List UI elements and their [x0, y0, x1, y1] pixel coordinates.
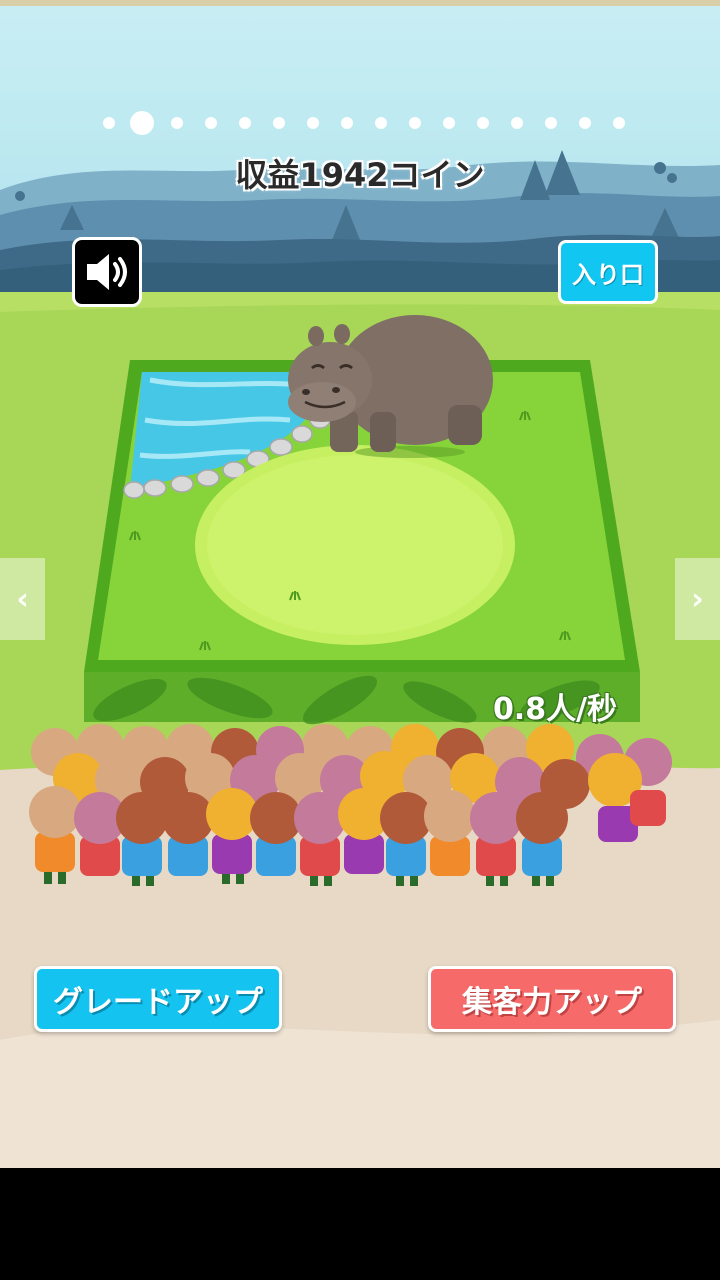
- grade-up-button[interactable]: グレードアップ: [34, 966, 282, 1032]
- page-dot: [130, 111, 154, 135]
- entrance-button[interactable]: 入り口: [558, 240, 658, 304]
- page-dot: [375, 117, 387, 129]
- page-dot: [307, 117, 319, 129]
- page-indicator: [0, 110, 720, 136]
- page-dot: [579, 117, 591, 129]
- game-screen: 収益1942コイン 入り口 ‹ › 0.8人/秒 グレードアップ 集客力アップ: [0, 0, 720, 1168]
- visitor-rate-label: 0.8人/秒: [492, 692, 618, 727]
- page-dot: [273, 117, 285, 129]
- speaker-icon: [87, 254, 127, 290]
- page-dot: [443, 117, 455, 129]
- page-dot: [341, 117, 353, 129]
- page-dot: [409, 117, 421, 129]
- page-dot: [545, 117, 557, 129]
- revenue-title: 収益1942コイン: [235, 156, 485, 194]
- page-dot: [511, 117, 523, 129]
- chevron-left-icon: ‹: [16, 581, 29, 617]
- navigation-bar-area: [0, 1168, 720, 1280]
- page-dot: [477, 117, 489, 129]
- page-dot: [205, 117, 217, 129]
- sound-toggle-button[interactable]: [72, 237, 142, 307]
- page-dot: [239, 117, 251, 129]
- prev-enclosure-button[interactable]: ‹: [0, 558, 45, 640]
- chevron-right-icon: ›: [691, 581, 704, 617]
- page-dot: [103, 117, 115, 129]
- page-dot: [613, 117, 625, 129]
- next-enclosure-button[interactable]: ›: [675, 558, 720, 640]
- page-dot: [171, 117, 183, 129]
- attract-up-button[interactable]: 集客力アップ: [428, 966, 676, 1032]
